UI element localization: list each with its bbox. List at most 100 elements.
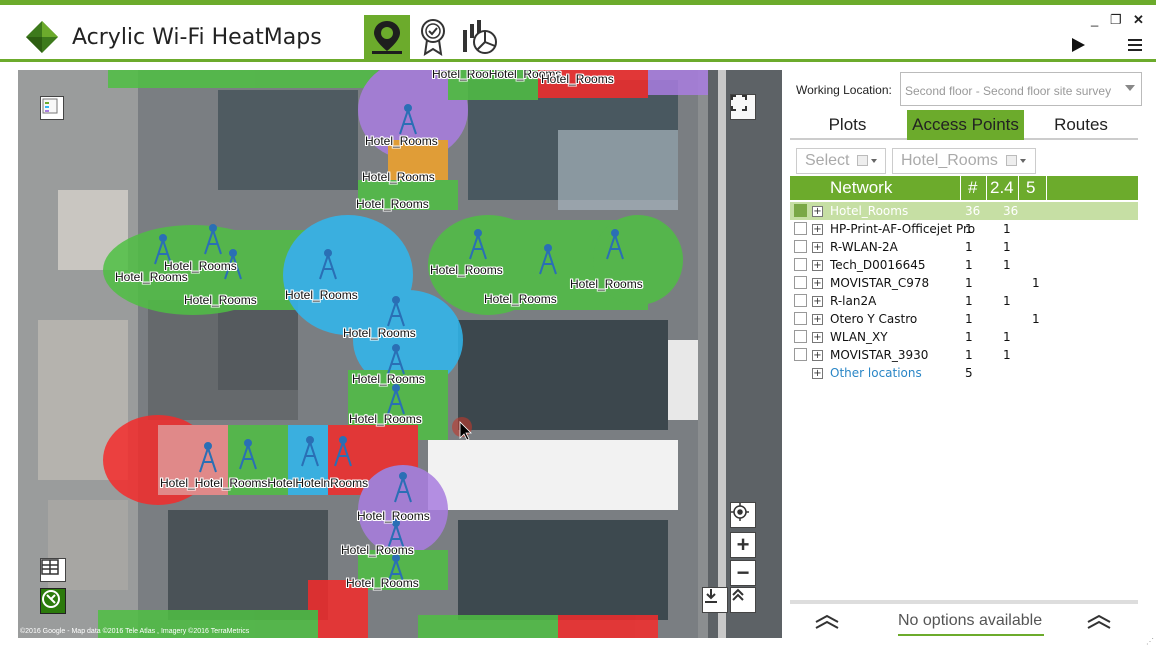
options-footer: No options available	[790, 604, 1138, 638]
download-icon[interactable]	[702, 587, 728, 613]
ap-label: Hotel_Rooms	[484, 292, 557, 306]
restore-icon[interactable]: ❐	[1110, 13, 1122, 27]
collapse-up-icon[interactable]	[730, 587, 756, 613]
map-copyright: ©2016 Google - Map data ©2016 Tele Atlas…	[20, 628, 250, 635]
chevron-down-icon	[1019, 158, 1026, 163]
network-row[interactable]: + MOVISTAR_C978 1 1	[790, 274, 1138, 292]
ap-label: Hotel_Rooms	[430, 263, 503, 277]
locate-icon[interactable]	[730, 502, 756, 528]
ap-label: Hotel_Rooms	[570, 277, 643, 291]
network-name: R-WLAN-2A	[830, 240, 898, 254]
network-band24: 1	[1003, 240, 1011, 254]
network-checkbox[interactable]	[794, 348, 807, 361]
zoom-out-icon[interactable]: −	[730, 560, 756, 586]
map-pin-button[interactable]	[364, 15, 410, 59]
network-checkbox[interactable]	[794, 276, 807, 289]
ap-label: Hotel_Rooms	[285, 288, 358, 302]
fullscreen-icon[interactable]	[730, 94, 756, 120]
expand-icon[interactable]: +	[812, 350, 823, 361]
network-table-header: Network # 2.4 5	[790, 176, 1138, 200]
network-count: 1	[965, 240, 973, 254]
column-network[interactable]: Network	[830, 178, 892, 198]
network-filter-dropdown[interactable]: Hotel_Rooms	[892, 148, 1036, 174]
play-icon[interactable]	[1070, 37, 1086, 53]
working-location-select[interactable]: Second floor - Second floor site survey	[900, 72, 1142, 106]
tab-access-points[interactable]: Access Points	[907, 110, 1024, 140]
network-band24: 1	[1003, 258, 1011, 272]
title-bar: Acrylic Wi-Fi HeatMaps _ ❐ ✕	[0, 5, 1156, 59]
menu-hamburger-icon[interactable]	[1128, 39, 1142, 54]
report-chart-button[interactable]	[456, 15, 502, 59]
network-name: R-lan2A	[830, 294, 877, 308]
minimize-icon[interactable]: _	[1091, 13, 1098, 27]
report-chart-icon	[463, 20, 497, 54]
app-logo-icon	[26, 21, 58, 53]
expand-icon[interactable]: +	[812, 260, 823, 271]
network-checkbox[interactable]	[794, 330, 807, 343]
network-band24: 1	[1003, 294, 1011, 308]
legend-icon[interactable]	[40, 96, 64, 120]
ap-label: Hotel_Rooms	[184, 293, 257, 307]
other-locations-count: 5	[965, 366, 973, 380]
title-bar-separator	[0, 59, 1156, 62]
close-icon[interactable]: ✕	[1133, 13, 1144, 27]
column-count[interactable]: #	[968, 178, 977, 198]
network-checkbox[interactable]	[794, 204, 807, 217]
network-checkbox[interactable]	[794, 240, 807, 253]
network-row[interactable]: + R-WLAN-2A 1 1	[790, 238, 1138, 256]
network-count: 36	[965, 204, 981, 218]
globe-icon[interactable]	[40, 588, 66, 614]
ap-label: Hotel_Rooms	[115, 270, 188, 284]
zoom-in-icon[interactable]: +	[730, 532, 756, 558]
select-filter-dropdown[interactable]: Select	[796, 148, 886, 174]
working-location-label: Working Location:	[796, 83, 892, 97]
expand-icon[interactable]: +	[812, 296, 823, 307]
other-locations-row[interactable]: + Other locations 5	[790, 364, 1138, 382]
layers-icon[interactable]	[40, 558, 66, 582]
chevron-up-double-icon[interactable]	[1086, 614, 1112, 630]
network-band24: 1	[1003, 330, 1011, 344]
access-points-panel: Working Location: Second floor - Second …	[790, 70, 1142, 638]
expand-icon[interactable]: +	[812, 332, 823, 343]
ap-label: Hotel_Rooms	[341, 543, 414, 557]
ap-label: Hotel_Rooms	[356, 197, 429, 211]
ap-label: Hotel_Rooms	[365, 134, 438, 148]
column-band-5[interactable]: 5	[1026, 178, 1035, 198]
network-row[interactable]: + Tech_D0016645 1 1	[790, 256, 1138, 274]
network-row[interactable]: + WLAN_XY 1 1	[790, 328, 1138, 346]
network-row[interactable]: + Hotel_Rooms 36 36	[790, 202, 1138, 220]
certificate-button[interactable]	[410, 15, 456, 59]
network-row[interactable]: + MOVISTAR_3930 1 1	[790, 346, 1138, 364]
expand-icon[interactable]: +	[812, 224, 823, 235]
expand-icon[interactable]: +	[812, 206, 823, 217]
working-location-value: Second floor - Second floor site survey	[905, 84, 1112, 98]
network-filter-label: Hotel_Rooms	[901, 152, 998, 169]
expand-icon[interactable]: +	[812, 278, 823, 289]
network-checkbox[interactable]	[794, 258, 807, 271]
map-pin-icon	[372, 21, 402, 54]
network-name: Hotel_Rooms	[830, 204, 909, 218]
expand-icon[interactable]: +	[812, 314, 823, 325]
network-checkbox[interactable]	[794, 294, 807, 307]
network-checkbox[interactable]	[794, 312, 807, 325]
network-checkbox[interactable]	[794, 222, 807, 235]
heatmap-canvas[interactable]: Hotel_RooHotel_Rooms Hotel_Rooms Hotel_R…	[18, 70, 782, 638]
expand-icon[interactable]: +	[812, 242, 823, 253]
ap-label: Hotel_Rooms	[541, 72, 614, 86]
network-row[interactable]: + Otero Y Castro 1 1	[790, 310, 1138, 328]
network-row[interactable]: + HP-Print-AF-Officejet Pro 1 1	[790, 220, 1138, 238]
network-count: 1	[965, 294, 973, 308]
chevron-up-double-icon[interactable]	[814, 614, 840, 630]
network-name: MOVISTAR_3930	[830, 348, 929, 362]
network-name: Otero Y Castro	[830, 312, 918, 326]
resize-grip-icon[interactable]: ⋰	[1146, 637, 1154, 646]
network-band24: 1	[1003, 222, 1011, 236]
network-count: 1	[965, 312, 973, 326]
network-count: 1	[965, 348, 973, 362]
column-band-24[interactable]: 2.4	[990, 178, 1014, 198]
tab-plots[interactable]: Plots	[790, 110, 905, 140]
network-row[interactable]: + R-lan2A 1 1	[790, 292, 1138, 310]
tab-routes[interactable]: Routes	[1024, 110, 1138, 140]
expand-icon[interactable]: +	[812, 368, 823, 379]
select-filter-label: Select	[805, 152, 850, 169]
